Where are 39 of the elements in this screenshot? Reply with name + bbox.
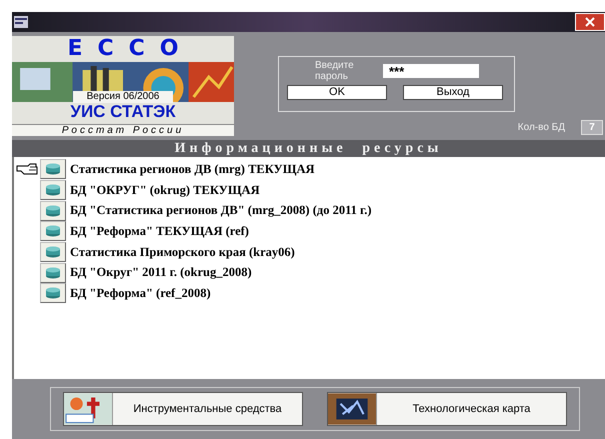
dialog-button[interactable]: OK — [287, 85, 387, 100]
database-button[interactable] — [40, 159, 66, 180]
database-button[interactable] — [40, 200, 66, 221]
password-label: Введите пароль — [315, 60, 355, 82]
db-count-value: 7 — [581, 120, 603, 135]
tool-button[interactable]: Инструментальные средства — [63, 392, 303, 426]
password-field[interactable]: *** — [383, 64, 479, 78]
chart-icon — [64, 393, 113, 425]
resource-item[interactable]: БД "ОКРУГ" (okrug) ТЕКУЩАЯ — [70, 182, 260, 198]
db-count-label: Кол-во БД — [518, 122, 565, 133]
dialog-button[interactable]: Выход — [403, 85, 503, 100]
close-icon — [585, 17, 595, 27]
database-icon — [45, 266, 61, 279]
resource-item[interactable]: Статистика регионов ДВ (mrg) ТЕКУЩАЯ — [70, 162, 315, 177]
close-button[interactable] — [575, 13, 605, 31]
section-header: Информационные ресурсы — [12, 140, 605, 157]
resource-item[interactable]: Статистика Приморского края (kray06) — [70, 244, 295, 260]
version-label: Версия 06/2006 — [72, 91, 174, 103]
database-icon — [45, 287, 61, 300]
database-button[interactable] — [40, 283, 66, 304]
database-button[interactable] — [40, 221, 66, 242]
database-button[interactable] — [40, 262, 66, 283]
logo-title: ECCO — [66, 36, 194, 62]
resource-item[interactable]: БД "Округ" 2011 г. (okrug_2008) — [70, 265, 252, 280]
app-icon — [14, 16, 28, 28]
database-icon — [45, 163, 61, 176]
resource-item[interactable]: БД "Статистика регионов ДВ" (mrg_2008) (до 2011 г.) — [70, 203, 372, 218]
product-name: УИС СТАТЭК — [70, 102, 176, 122]
resource-item[interactable]: БД "Реформа" (ref_2008) — [70, 286, 211, 301]
database-button[interactable] — [40, 242, 66, 262]
resource-item[interactable]: БД "Реформа" ТЕКУЩАЯ (ref) — [70, 224, 249, 239]
tool-button[interactable]: Технологическая карта — [327, 392, 567, 426]
network-icon — [328, 393, 377, 425]
database-icon — [45, 204, 61, 217]
organization-label: Росстат России — [12, 124, 234, 136]
database-icon — [45, 184, 61, 196]
database-button[interactable] — [40, 180, 66, 200]
database-icon — [45, 225, 61, 238]
database-icon — [45, 246, 61, 258]
